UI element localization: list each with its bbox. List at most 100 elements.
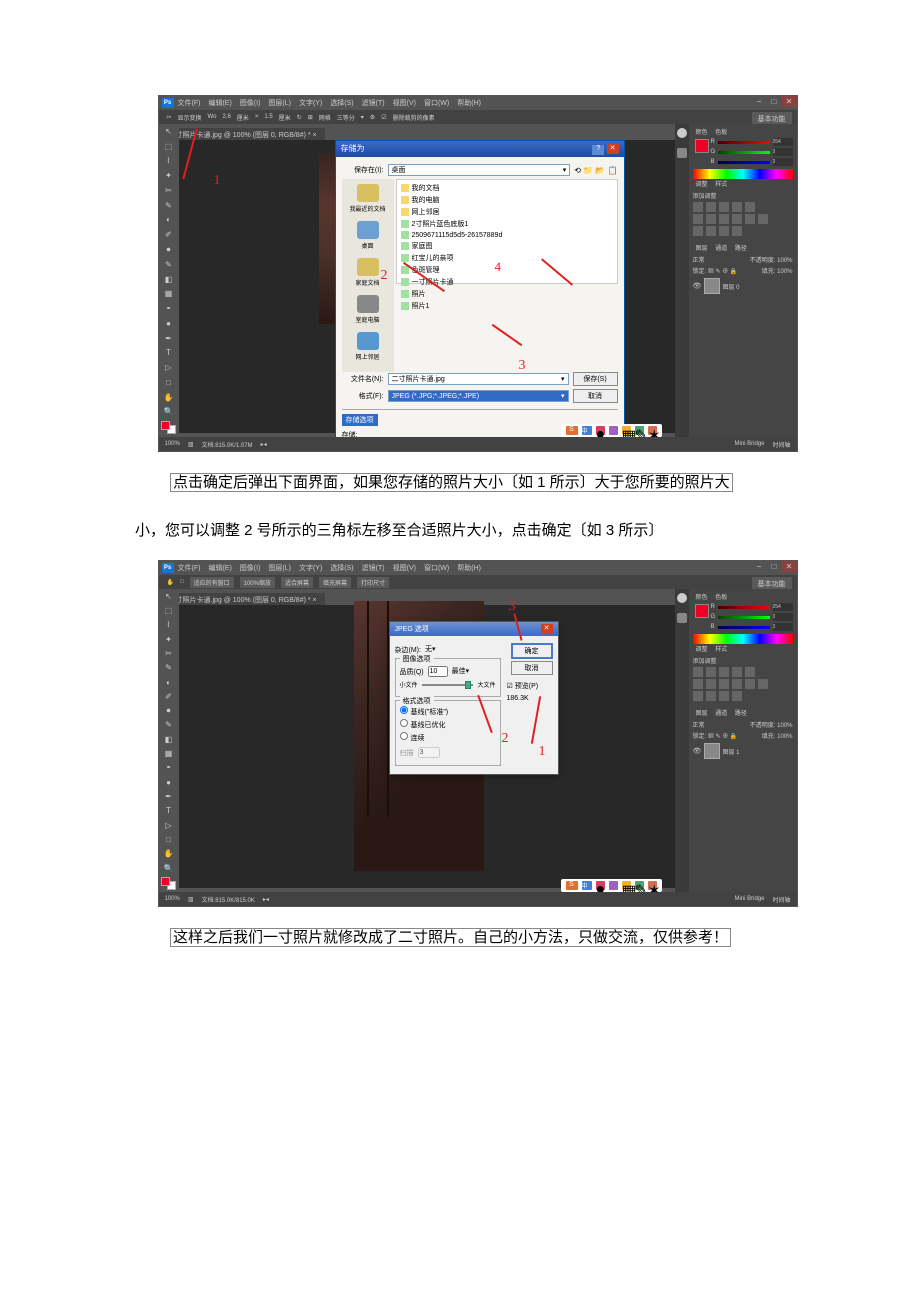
menu-image[interactable]: 图像(I) <box>240 98 261 108</box>
quality-input[interactable] <box>428 666 448 677</box>
menu-filter[interactable]: 滤镜(T) <box>362 563 385 573</box>
preview-chk[interactable]: 预览(P) <box>515 683 538 690</box>
properties-icon[interactable] <box>677 148 687 158</box>
dodge-tool-icon[interactable]: ● <box>160 316 178 331</box>
b-value[interactable] <box>773 158 793 166</box>
tab-color[interactable]: 颜色 <box>693 591 711 602</box>
timeline[interactable]: 时间轴 <box>772 895 790 904</box>
type-tool-icon[interactable]: T <box>160 345 178 360</box>
tab-paths[interactable]: 路径 <box>732 707 750 718</box>
tab-paths[interactable]: 路径 <box>732 242 750 253</box>
format-combo[interactable]: JPEG (*.JPG;*.JPEG;*.JPE)▾ <box>388 390 569 402</box>
save-in-combo[interactable]: 桌面 ▾ <box>388 164 571 176</box>
shape-tool-icon[interactable]: □ <box>160 375 178 390</box>
menu-select[interactable]: 选择(S) <box>330 98 353 108</box>
eye-icon[interactable]: 👁 <box>693 282 701 290</box>
minimize-button[interactable]: − <box>752 561 767 572</box>
baseline-opt-radio[interactable] <box>400 719 408 727</box>
jpeg-close-button[interactable]: ✕ <box>541 624 553 634</box>
move-tool-icon[interactable]: ↖ <box>160 124 178 139</box>
eyedropper-tool-icon[interactable]: ✎ <box>160 198 178 213</box>
maximize-button[interactable]: □ <box>767 561 782 572</box>
tab-channels[interactable]: 通道 <box>712 242 730 253</box>
place-docs[interactable]: 家庭文档 <box>344 258 392 287</box>
wand-tool-icon[interactable]: ✦ <box>160 632 178 646</box>
menu-file[interactable]: 文件(F) <box>178 563 201 573</box>
cancel-button[interactable]: 取消 <box>573 389 618 403</box>
tab-channels[interactable]: 通道 <box>712 707 730 718</box>
fill-screen-btn[interactable]: 填充屏幕 <box>319 577 351 588</box>
zoom-100-btn[interactable]: 100%缩放 <box>240 577 275 588</box>
menu-image[interactable]: 图像(I) <box>240 563 261 573</box>
file-item[interactable]: 红宝儿的亲项 <box>399 252 615 264</box>
zoom-level[interactable]: 100% <box>165 896 180 902</box>
crop-tool-icon[interactable]: ✂ <box>160 646 178 660</box>
tab-styles[interactable]: 样式 <box>712 178 730 189</box>
move-tool-icon[interactable]: ↖ <box>160 589 178 603</box>
file-item[interactable]: 照片1 <box>399 300 615 312</box>
dialog-close-button[interactable]: ✕ <box>607 144 619 154</box>
fill-value[interactable]: 100% <box>777 269 792 275</box>
tab-layers[interactable]: 图层 <box>693 707 711 718</box>
tab-styles[interactable]: 样式 <box>712 643 730 654</box>
tab-adjust[interactable]: 调整 <box>693 178 711 189</box>
quality-slider[interactable]: 小文件 大文件 <box>400 680 496 689</box>
gradient-tool-icon[interactable]: ▦ <box>160 286 178 301</box>
color-picker[interactable] <box>161 421 176 434</box>
menu-edit[interactable]: 编辑(E) <box>208 563 231 573</box>
file-item[interactable]: 家庭图 <box>399 240 615 252</box>
g-value[interactable] <box>773 148 793 156</box>
file-item[interactable]: 我的电脑 <box>399 194 615 206</box>
menu-help[interactable]: 帮助(H) <box>457 563 481 573</box>
menu-view[interactable]: 视图(V) <box>393 98 416 108</box>
file-item[interactable]: 照片 <box>399 288 615 300</box>
zoom-tool-icon[interactable]: 🔍 <box>160 405 178 420</box>
place-computer[interactable]: 室庭电脑 <box>344 295 392 324</box>
file-item[interactable]: 2寸照片蓝色底版1 <box>399 218 615 230</box>
path-tool-icon[interactable]: ▷ <box>160 360 178 375</box>
b-slider[interactable]: B <box>711 157 793 167</box>
eraser-tool-icon[interactable]: ◧ <box>160 732 178 746</box>
menu-type[interactable]: 文字(Y) <box>299 563 322 573</box>
maximize-button[interactable]: □ <box>767 96 782 107</box>
menu-window[interactable]: 窗口(W) <box>424 563 449 573</box>
fit-screen-btn[interactable]: 适合屏幕 <box>281 577 313 588</box>
pen-tool-icon[interactable]: ✒ <box>160 789 178 803</box>
crop-tool-icon[interactable]: ✂ <box>160 183 178 198</box>
mini-bridge[interactable]: Mini Bridge <box>734 441 764 447</box>
history-icon[interactable] <box>677 593 687 603</box>
g-slider[interactable]: G <box>711 147 793 157</box>
history-brush-tool-icon[interactable]: ✎ <box>160 257 178 272</box>
menu-layer[interactable]: 图层(L) <box>268 98 291 108</box>
opacity-value[interactable]: 100% <box>777 258 792 264</box>
cancel-button[interactable]: 取消 <box>511 661 553 675</box>
menu-filter[interactable]: 滤镜(T) <box>362 98 385 108</box>
minimize-button[interactable]: − <box>752 96 767 107</box>
dodge-tool-icon[interactable]: ● <box>160 775 178 789</box>
place-recent[interactable]: 我最近的文档 <box>344 184 392 213</box>
brush-tool-icon[interactable]: ✐ <box>160 689 178 703</box>
place-network[interactable]: 网上邻居 <box>344 332 392 361</box>
menu-edit[interactable]: 编辑(E) <box>208 98 231 108</box>
tab-swatches[interactable]: 色板 <box>712 126 730 137</box>
eye-icon[interactable]: 👁 <box>693 747 701 755</box>
menu-help[interactable]: 帮助(H) <box>457 98 481 108</box>
file-item[interactable]: 2509671115d5d5-26157889d <box>399 230 615 240</box>
menu-window[interactable]: 窗口(W) <box>424 98 449 108</box>
filename-input[interactable]: 二寸照片卡通.jpg▾ <box>388 373 569 385</box>
hand-tool-icon[interactable]: ✋ <box>160 390 178 405</box>
shape-tool-icon[interactable]: □ <box>160 832 178 846</box>
gradient-tool-icon[interactable]: ▦ <box>160 746 178 760</box>
close-button[interactable]: ✕ <box>782 96 797 107</box>
r-slider[interactable]: R <box>711 137 793 147</box>
print-size-btn[interactable]: 打印尺寸 <box>357 577 389 588</box>
tab-adjust[interactable]: 调整 <box>693 643 711 654</box>
b-slider[interactable]: B <box>711 622 793 632</box>
timeline[interactable]: 时间轴 <box>772 440 790 449</box>
panel-collapse-strip[interactable] <box>675 124 689 451</box>
ok-button[interactable]: 确定 <box>511 643 553 659</box>
history-icon[interactable] <box>677 128 687 138</box>
lasso-tool-icon[interactable]: ⌇ <box>160 618 178 632</box>
menu-select[interactable]: 选择(S) <box>330 563 353 573</box>
tab-swatches[interactable]: 色板 <box>712 591 730 602</box>
